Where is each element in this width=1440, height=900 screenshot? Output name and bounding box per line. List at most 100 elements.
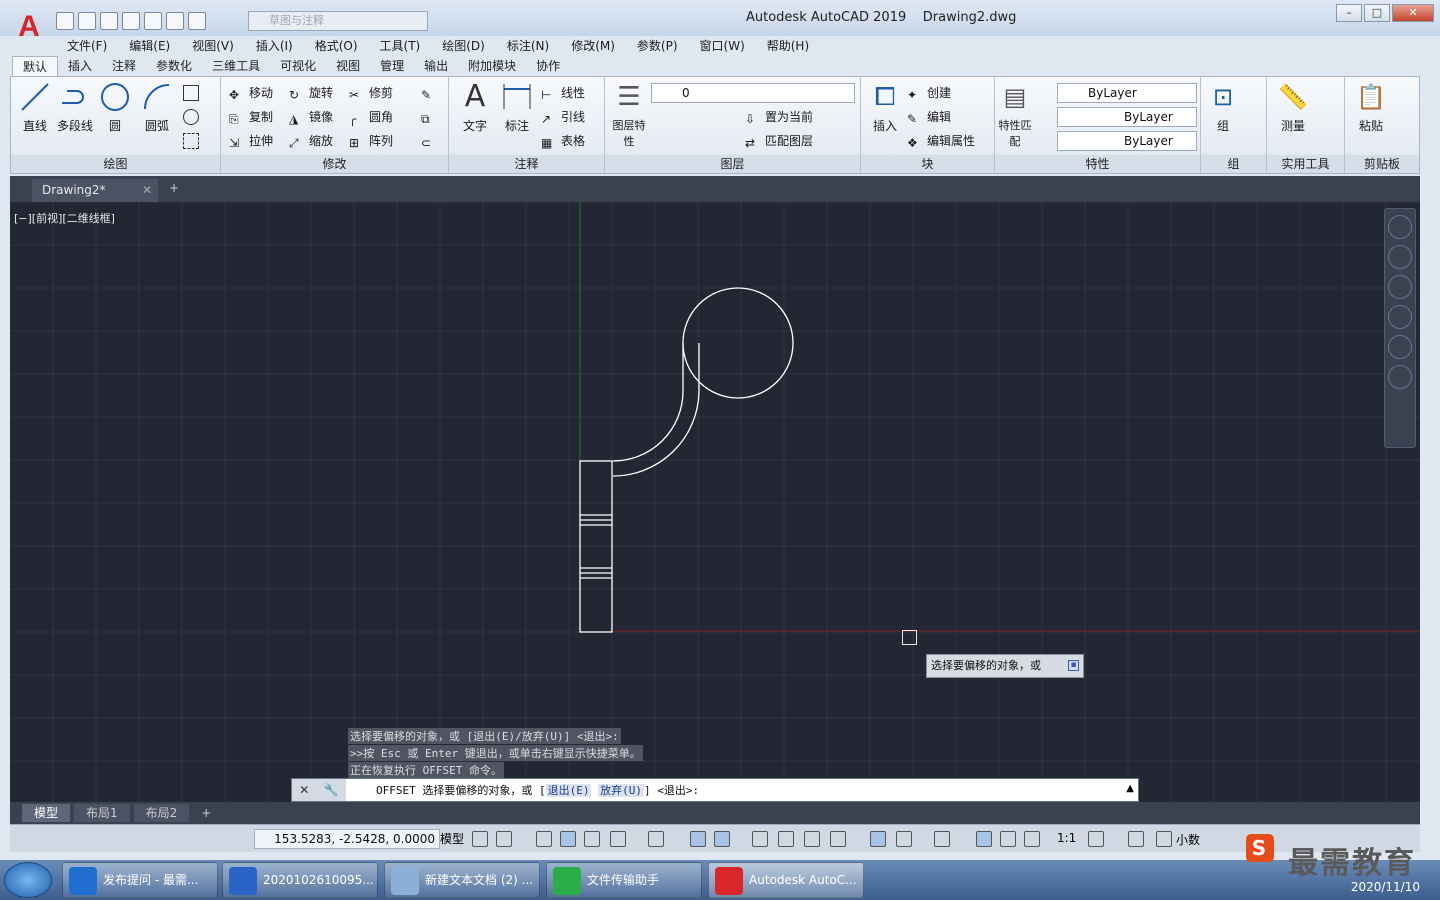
group-button[interactable]: ⊡ 组 [1203, 81, 1243, 134]
showmotion-icon[interactable] [1388, 365, 1412, 389]
layers-panel-label[interactable]: 图层 [605, 155, 860, 173]
undo-icon[interactable] [166, 12, 184, 30]
stretch-button[interactable]: ⇲ 拉伸 [229, 131, 273, 151]
tab-layout2[interactable]: 布局2 [133, 804, 190, 822]
block-panel-label[interactable]: 块 [861, 155, 994, 173]
grid-icon[interactable] [472, 831, 488, 847]
create-block-button[interactable]: ✦ 创建 [907, 83, 951, 103]
explode-button[interactable]: ⧉ [421, 107, 437, 127]
drawing-canvas[interactable]: [−][前视][二维线框] 选择要偏移的对象，或 ▪ 选择要偏移的对象，或 [退出… [10, 202, 1420, 802]
annotation-visibility-icon[interactable] [976, 831, 992, 847]
start-button[interactable] [4, 862, 52, 898]
menu-tools[interactable]: 工具(T) [369, 36, 432, 56]
3d-osnap-icon[interactable] [830, 831, 846, 847]
customize-wrench-icon[interactable]: 🔧 [324, 783, 339, 797]
print-icon[interactable] [144, 12, 162, 30]
move-button[interactable]: ✥ 移动 [229, 83, 273, 103]
copy-button[interactable]: ⎘ 复制 [229, 107, 273, 127]
fillet-button[interactable]: ╭ 圆角 [349, 107, 393, 127]
tab-drawing2[interactable]: Drawing2* ✕ [32, 179, 158, 202]
dimension-button[interactable]: 标注 [497, 81, 537, 134]
pan-hand-icon[interactable] [1388, 275, 1412, 299]
menu-insert[interactable]: 插入(I) [245, 36, 304, 56]
modify-panel-label[interactable]: 修改 [221, 155, 448, 173]
tooltip-options-icon[interactable]: ▪ [1068, 660, 1079, 671]
tab-layout1[interactable]: 布局1 [74, 804, 130, 822]
menu-window[interactable]: 窗口(W) [689, 36, 756, 56]
tab-model[interactable]: 模型 [22, 804, 71, 822]
gizmo-icon[interactable] [934, 831, 950, 847]
tab-annotate[interactable]: 注释 [102, 56, 146, 76]
steering-wheel-icon[interactable] [1388, 245, 1412, 269]
array-button[interactable]: ⊞ 阵列 [349, 131, 393, 151]
mirror-button[interactable]: ◮ 镜像 [289, 107, 333, 127]
object-snap-icon[interactable] [714, 831, 730, 847]
paste-button[interactable]: 📋 粘贴 [1351, 81, 1391, 134]
draw-panel-label[interactable]: 绘图 [11, 155, 220, 173]
model-space-button[interactable]: 模型 [440, 830, 464, 847]
annotation-panel-label[interactable]: 注释 [449, 155, 604, 173]
text-button[interactable]: A 文字 [455, 81, 495, 134]
layer-dropdown[interactable]: 0 [651, 83, 855, 103]
taskbar-item-notepad[interactable]: 新建文本文档 (2) ... [384, 862, 540, 898]
close-tab-icon[interactable]: ✕ [142, 179, 152, 202]
measure-button[interactable]: 📏 测量 [1273, 81, 1313, 134]
lineweight-icon[interactable] [752, 831, 768, 847]
auto-scale-icon[interactable] [1000, 831, 1016, 847]
menu-help[interactable]: 帮助(H) [756, 36, 820, 56]
menu-view[interactable]: 视图(V) [181, 36, 245, 56]
properties-panel-label[interactable]: 特性 [995, 155, 1200, 173]
isodraft-icon[interactable] [648, 831, 664, 847]
menu-modify[interactable]: 修改(M) [560, 36, 626, 56]
utilities-panel-label[interactable]: 实用工具 [1267, 155, 1344, 173]
save-icon[interactable] [100, 12, 118, 30]
coordinates-display[interactable]: 153.5283, -2.5428, 0.0000 [254, 829, 440, 849]
selection-cycling-icon[interactable] [804, 831, 820, 847]
scale-button[interactable]: ⤢ 缩放 [289, 131, 333, 151]
color-dropdown[interactable]: ByLayer [1057, 83, 1197, 103]
tab-manage[interactable]: 管理 [370, 56, 414, 76]
tab-3d-tools[interactable]: 三维工具 [202, 56, 270, 76]
units-icon[interactable] [1156, 831, 1172, 847]
history-expand-icon[interactable]: ▲ [1126, 783, 1134, 794]
command-input[interactable]: OFFSET 选择要偏移的对象，或 [退出(E) 放弃(U)] <退出>: [346, 782, 699, 798]
menu-draw[interactable]: 绘图(D) [431, 36, 496, 56]
infer-constraints-icon[interactable] [536, 831, 552, 847]
menu-dimension[interactable]: 标注(N) [496, 36, 560, 56]
offset-button[interactable]: ⊂ [421, 131, 437, 151]
edit-attributes-button[interactable]: ❖ 编辑属性 [907, 131, 975, 151]
new-file-icon[interactable] [56, 12, 74, 30]
table-button[interactable]: ▦ 表格 [541, 131, 585, 151]
transparency-icon[interactable] [778, 831, 794, 847]
menu-format[interactable]: 格式(O) [304, 36, 369, 56]
orbit-icon[interactable] [1388, 335, 1412, 359]
tab-output[interactable]: 输出 [414, 56, 458, 76]
clipboard-panel-label[interactable]: 剪贴板 [1345, 155, 1419, 173]
annotation-scale-icon[interactable] [1024, 831, 1040, 847]
match-properties-button[interactable]: ▤ 特性匹配 [997, 81, 1033, 149]
groups-panel-label[interactable]: 组 [1201, 155, 1266, 173]
taskbar-item-wechat[interactable]: 文件传输助手 [546, 862, 702, 898]
outer-arc-path[interactable] [612, 343, 684, 462]
leader-button[interactable]: ↗ 引线 [541, 107, 585, 127]
viewport-controls[interactable]: [−][前视][二维线框] [14, 210, 115, 226]
polyline-button[interactable]: 多段线 [55, 81, 95, 134]
circle-button[interactable]: 圆 [95, 81, 135, 134]
linear-button[interactable]: ⊢ 线性 [541, 83, 585, 103]
menu-file[interactable]: 文件(F) [56, 36, 118, 56]
add-layout-icon[interactable]: + [193, 806, 219, 820]
workspace-selector[interactable]: 草图与注释 [248, 11, 428, 31]
taskbar-item-autocad[interactable]: Autodesk AutoC... [708, 862, 864, 898]
arc-button[interactable]: 圆弧 [137, 81, 177, 134]
new-tab-button[interactable]: + [164, 181, 184, 199]
dynamic-input-icon[interactable] [560, 831, 576, 847]
annotation-monitor-icon[interactable] [1128, 831, 1144, 847]
rectangle-button[interactable] [183, 83, 199, 103]
taskbar-item-browser[interactable]: 发布提问 - 最需... [62, 862, 218, 898]
rotate-button[interactable]: ↻ 旋转 [289, 83, 333, 103]
snap-icon[interactable] [496, 831, 512, 847]
annotation-scale[interactable]: 1:1 [1057, 831, 1076, 845]
tab-view[interactable]: 视图 [326, 56, 370, 76]
layer-properties-button[interactable]: ☰ 图层特性 [609, 81, 649, 149]
ortho-icon[interactable] [584, 831, 600, 847]
